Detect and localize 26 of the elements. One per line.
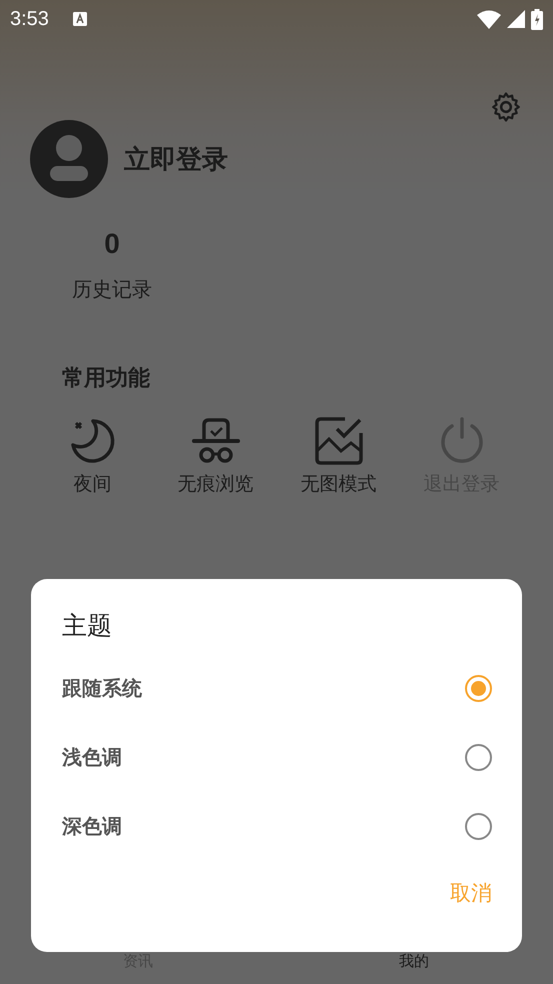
- wifi-icon: [477, 10, 501, 28]
- radio-button[interactable]: [465, 813, 492, 840]
- section-title: 常用功能: [61, 365, 151, 393]
- history-count: 0: [104, 228, 120, 260]
- keyboard-icon: [72, 12, 87, 26]
- avatar-icon[interactable]: [30, 120, 108, 198]
- function-item[interactable]: 夜间: [31, 417, 154, 497]
- cancel-button[interactable]: 取消: [442, 875, 500, 911]
- settings-icon[interactable]: [489, 90, 523, 124]
- status-time: 3:53: [10, 8, 49, 30]
- signal-icon: [507, 10, 525, 28]
- function-item[interactable]: 无图模式: [277, 417, 400, 497]
- option-label[interactable]: 浅色调: [62, 744, 122, 771]
- battery-icon: [531, 8, 543, 30]
- history-label[interactable]: 历史记录: [72, 276, 152, 303]
- incognito-icon: [192, 417, 240, 465]
- function-item[interactable]: 无痕浏览: [154, 417, 277, 497]
- radio-button[interactable]: [465, 744, 492, 771]
- moon-icon: [68, 417, 116, 465]
- login-link[interactable]: 立即登录: [124, 142, 228, 176]
- nav-tab[interactable]: 我的: [276, 952, 552, 980]
- option-label[interactable]: 跟随系统: [62, 675, 142, 702]
- radio-button[interactable]: [465, 675, 492, 702]
- image-check-icon: [314, 417, 362, 465]
- dialog-title: 主题: [62, 610, 113, 642]
- option-label[interactable]: 深色调: [62, 813, 122, 840]
